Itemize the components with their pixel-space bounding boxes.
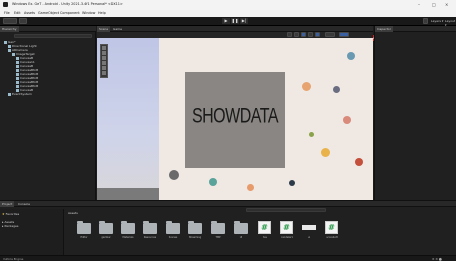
asset-item[interactable]: ui: [302, 221, 316, 239]
transform-tool-icon[interactable]: [102, 71, 106, 75]
hierarchy-search-input[interactable]: [14, 34, 92, 38]
decor-shape: [209, 178, 217, 186]
status-text: Vuforia Engine: [3, 257, 24, 261]
tab-console[interactable]: Console: [16, 201, 32, 207]
status-bar: Vuforia Engine ⚙ ⚙ ⬤: [0, 255, 456, 261]
asset-item[interactable]: # scorebutt: [325, 221, 339, 239]
play-button[interactable]: ▶: [222, 18, 230, 24]
effects-toggle-icon[interactable]: [315, 32, 320, 37]
csharp-script-icon: #: [258, 221, 271, 234]
close-icon[interactable]: ×: [445, 2, 448, 7]
folder-icon: [188, 221, 202, 234]
inspector-panel: Inspector: [374, 26, 456, 200]
asset-item[interactable]: UI: [234, 221, 248, 239]
project-panel: Project Console ★ Favorites ▸ Assets ▸ P…: [0, 200, 456, 256]
sidebar-item-favorites[interactable]: ★ Favorites: [2, 212, 19, 216]
show-data-label: SHOWDATA: [191, 104, 279, 128]
gameobject-icon: [12, 52, 15, 56]
lighting-toggle-icon[interactable]: [301, 32, 306, 37]
scene-viewport[interactable]: SHOWDATA: [97, 38, 373, 200]
tab-hierarchy[interactable]: Hierarchy: [0, 26, 19, 32]
decor-shape: [309, 132, 314, 137]
material-icon: [302, 225, 316, 230]
folder-icon: [234, 221, 248, 234]
menu-file[interactable]: File: [4, 11, 10, 15]
move-tool-icon[interactable]: [102, 51, 106, 55]
inspector-header: Inspector: [375, 26, 456, 32]
menu-assets[interactable]: Assets: [24, 11, 35, 15]
menu-gameobject[interactable]: GameObject: [38, 11, 59, 15]
asset-item[interactable]: Scenes: [166, 221, 180, 239]
folder-icon: [143, 221, 157, 234]
folder-icon: [99, 221, 113, 234]
folder-icon: [77, 221, 91, 234]
asset-item[interactable]: Editor: [77, 221, 91, 239]
folder-icon: [166, 221, 180, 234]
breadcrumb[interactable]: Assets: [68, 211, 78, 215]
asset-item[interactable]: # candelar1: [280, 221, 294, 239]
asset-item[interactable]: Streaming: [188, 221, 202, 239]
decor-shape: [343, 116, 351, 124]
status-icons[interactable]: ⚙ ⚙ ⬤: [432, 257, 442, 261]
project-search-input[interactable]: [246, 208, 326, 212]
menu-bar: File Edit Assets GameObject Component Wi…: [0, 9, 456, 17]
camera-settings-icon[interactable]: [325, 32, 335, 37]
decor-shape: [289, 180, 295, 186]
decor-shape: [347, 52, 355, 60]
asset-item[interactable]: Resources: [143, 221, 157, 239]
search-icon[interactable]: [423, 18, 428, 24]
title-bar: Windows Ex. GeT - Android - Unity 2021.3…: [0, 0, 456, 9]
audio-toggle-icon[interactable]: [308, 32, 313, 37]
window-title: Windows Ex. GeT - Android - Unity 2021.3…: [12, 2, 123, 6]
decor-shape: [355, 158, 363, 166]
rect-tool-icon[interactable]: [102, 66, 106, 70]
step-button[interactable]: ▶|: [240, 18, 248, 24]
2d-toggle-icon[interactable]: [294, 32, 299, 37]
transform-tools: [100, 44, 108, 78]
sidebar-item-packages[interactable]: ▸ Packages: [2, 224, 18, 228]
csharp-script-icon: #: [280, 221, 293, 234]
menu-window[interactable]: Window: [82, 11, 95, 15]
gameobject-icon: [8, 48, 11, 52]
pause-button[interactable]: ❚❚: [231, 18, 239, 24]
folder-icon: [121, 221, 135, 234]
main-toolbar: ▶ ❚❚ ▶| Experimental Packages in Use ▾ L…: [0, 17, 456, 41]
rotate-tool-icon[interactable]: [102, 56, 106, 60]
hierarchy-header: Hierarchy: [0, 26, 96, 32]
scale-tool-icon[interactable]: [102, 61, 106, 65]
unity-logo-icon: [3, 2, 8, 7]
decor-shape: [321, 148, 330, 157]
minimize-icon[interactable]: –: [418, 2, 420, 7]
asset-item[interactable]: # tes: [258, 221, 272, 239]
hierarchy-panel: Hierarchy Gen* Directional Light ARCamer…: [0, 26, 96, 200]
asset-item[interactable]: TMP: [211, 221, 225, 239]
ground-plane: [97, 188, 159, 200]
asset-item[interactable]: gambar: [99, 221, 113, 239]
menu-help[interactable]: Help: [98, 11, 106, 15]
maximize-icon[interactable]: □: [432, 2, 436, 7]
csharp-script-icon: #: [325, 221, 338, 234]
cloud-icon[interactable]: [19, 18, 27, 24]
gizmos-dropdown[interactable]: [339, 32, 349, 37]
menu-component[interactable]: Component: [60, 11, 80, 15]
scene-icon: [4, 40, 7, 44]
account-button[interactable]: [3, 18, 17, 24]
folder-icon: [211, 221, 225, 234]
shading-mode-icon[interactable]: [287, 32, 292, 37]
tab-inspector[interactable]: Inspector: [375, 26, 393, 32]
asset-item[interactable]: Materials: [121, 221, 135, 239]
project-sidebar: ★ Favorites ▸ Assets ▸ Packages: [0, 209, 64, 256]
gameobject-icon: [8, 92, 11, 96]
decor-shape: [302, 82, 311, 91]
decor-shape: [333, 86, 340, 93]
decor-shape: [169, 170, 179, 180]
hand-tool-icon[interactable]: [102, 46, 106, 50]
layers-dropdown[interactable]: Layers ▾: [431, 19, 443, 23]
tab-project[interactable]: Project: [0, 201, 15, 207]
menu-edit[interactable]: Edit: [14, 11, 21, 15]
decor-shape: [247, 184, 254, 191]
hierarchy-item[interactable]: EventSystem: [8, 92, 32, 96]
project-tabs: Project Console: [0, 201, 456, 207]
